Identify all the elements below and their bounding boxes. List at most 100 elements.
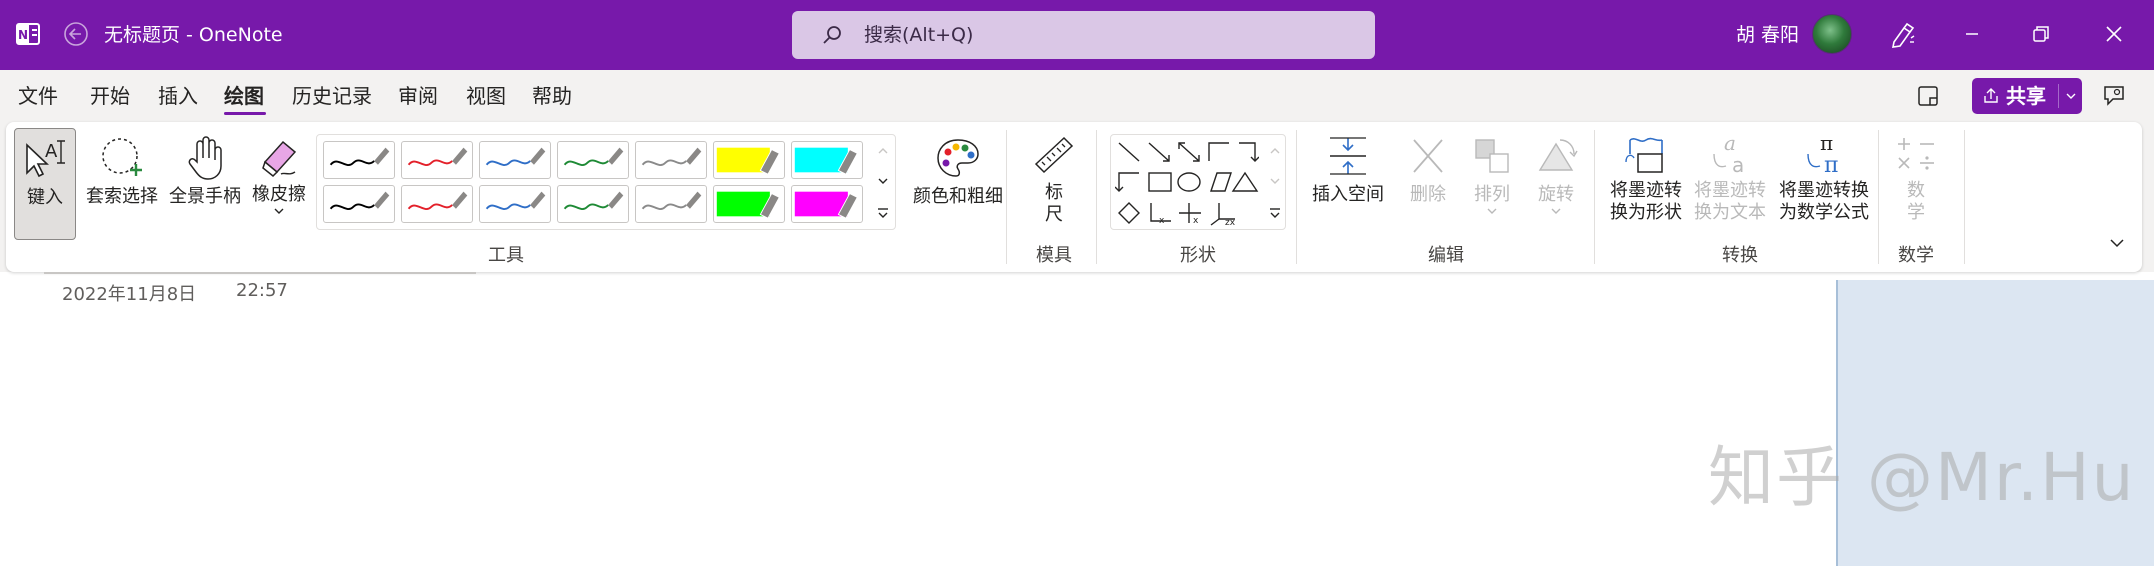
user-name[interactable]: 胡 春阳 <box>1736 20 1799 50</box>
insert-space-label: 插入空间 <box>1312 184 1384 205</box>
pen-swatch[interactable] <box>635 141 707 179</box>
gallery-more-icon[interactable] <box>1265 199 1285 229</box>
graph-3d-shape-icon[interactable]: zx <box>1210 203 1236 227</box>
group-separator <box>1096 130 1097 264</box>
highlighter-swatch[interactable] <box>713 185 785 223</box>
highlighter-swatch[interactable] <box>713 141 785 179</box>
pen-swatch[interactable] <box>635 185 707 223</box>
ink-to-text-label-1: 将墨迹转 <box>1694 180 1766 201</box>
eraser-label: 橡皮擦 <box>252 184 306 205</box>
gallery-more-icon[interactable] <box>873 199 893 229</box>
ink-to-text-button[interactable]: a a 将墨迹转 换为文本 <box>1690 128 1770 240</box>
triangle-shape-icon[interactable] <box>1231 171 1259 192</box>
lasso-label: 套索选择 <box>86 186 158 207</box>
math-group-label: 数学 <box>1898 245 1934 266</box>
parallelogram-shape-icon[interactable] <box>1210 172 1232 192</box>
chevron-down-icon <box>1487 208 1497 214</box>
math-button[interactable]: 数 学 <box>1886 128 1946 240</box>
rotate-label: 旋转 <box>1538 184 1574 205</box>
onenote-app-icon[interactable]: N <box>14 20 42 48</box>
rotate-button[interactable]: 旋转 <box>1528 128 1584 240</box>
type-button[interactable]: A 键入 <box>14 128 76 240</box>
line-shape-icon[interactable] <box>1118 142 1140 162</box>
math-symbols-icon <box>1898 138 1934 170</box>
tab-home[interactable]: 开始 <box>90 82 130 110</box>
ruler-button[interactable]: 标 尺 <box>1018 128 1090 240</box>
sticky-notes-icon[interactable] <box>1914 82 1942 110</box>
back-arrow-icon[interactable] <box>62 20 90 48</box>
type-cursor-icon: A <box>26 140 65 178</box>
ink-to-math-label-1: 将墨迹转换 <box>1779 180 1869 201</box>
insert-space-button[interactable]: 插入空间 <box>1306 128 1390 240</box>
gallery-up-icon[interactable] <box>1265 135 1285 165</box>
arrow-shape-icon[interactable] <box>1148 142 1170 162</box>
color-thickness-button[interactable]: 颜色和粗细 <box>902 128 1014 240</box>
graph-xy-shape-icon[interactable]: x <box>1150 203 1171 226</box>
page-title-line[interactable] <box>44 272 476 274</box>
page-time: 22:57 <box>236 280 288 301</box>
pen-swatch[interactable] <box>323 185 395 223</box>
pen-gallery <box>316 134 896 230</box>
close-icon[interactable] <box>2092 14 2136 54</box>
gallery-down-icon[interactable] <box>873 167 893 197</box>
pen-swatch[interactable] <box>323 141 395 179</box>
rectangle-shape-icon[interactable] <box>1148 172 1172 192</box>
active-tab-indicator <box>224 112 266 115</box>
tab-view[interactable]: 视图 <box>466 82 506 110</box>
lasso-select-button[interactable]: 套索选择 <box>82 128 162 240</box>
pen-swatch[interactable] <box>401 141 473 179</box>
pen-settings-icon[interactable] <box>1880 14 1924 54</box>
ink-to-shape-button[interactable]: 将墨迹转 换为形状 <box>1606 128 1686 240</box>
avatar[interactable] <box>1812 14 1852 54</box>
shapes-group-label: 形状 <box>1180 245 1216 266</box>
tab-history[interactable]: 历史记录 <box>292 82 372 110</box>
lasso-icon <box>102 138 142 176</box>
tab-help[interactable]: 帮助 <box>532 82 572 110</box>
search-box[interactable]: 搜索(Alt+Q) <box>792 11 1375 59</box>
diamond-shape-icon[interactable] <box>1118 202 1140 224</box>
chevron-down-icon[interactable] <box>2064 86 2078 106</box>
share-button[interactable]: 共享 <box>1972 78 2082 114</box>
svg-text:A: A <box>45 141 58 162</box>
elbow-arrow-shape-icon[interactable] <box>1239 142 1259 162</box>
restore-icon[interactable] <box>2018 14 2062 54</box>
minimize-icon[interactable] <box>1950 14 1994 54</box>
pen-swatch[interactable] <box>479 185 551 223</box>
eraser-button[interactable]: 橡皮擦 <box>246 128 312 240</box>
elbow-shape-icon[interactable] <box>1208 142 1229 161</box>
ellipse-shape-icon[interactable] <box>1177 172 1201 192</box>
ink-to-shape-icon <box>1625 137 1663 173</box>
collapse-ribbon-icon[interactable] <box>2104 232 2130 254</box>
pen-swatch[interactable] <box>557 141 629 179</box>
tab-insert[interactable]: 插入 <box>158 82 198 110</box>
tab-file[interactable]: 文件 <box>18 82 58 110</box>
pan-label: 全景手柄 <box>169 186 241 207</box>
double-arrow-shape-icon[interactable] <box>1178 142 1200 162</box>
convert-group-label: 转换 <box>1722 245 1758 266</box>
highlighter-swatch[interactable] <box>791 185 863 223</box>
title-bar: N 无标题页 - OneNote 搜索(Alt+Q) 胡 春阳 <box>0 0 2154 70</box>
arrange-button[interactable]: 排列 <box>1464 128 1520 240</box>
gallery-down-icon[interactable] <box>1265 167 1285 197</box>
svg-text:π: π <box>1824 153 1838 176</box>
tools-group-label: 工具 <box>488 245 524 266</box>
pen-swatch[interactable] <box>479 141 551 179</box>
svg-text:zx: zx <box>1225 218 1236 227</box>
tab-review[interactable]: 审阅 <box>398 82 438 110</box>
highlighter-swatch[interactable] <box>791 141 863 179</box>
page-list-panel[interactable] <box>1836 280 2154 566</box>
elbow-arrow-left-shape-icon[interactable] <box>1115 172 1139 192</box>
delete-x-icon <box>1413 139 1443 173</box>
ink-to-math-button[interactable]: π π 将墨迹转换 为数学公式 <box>1776 128 1872 240</box>
ruler-label-2: 尺 <box>1045 204 1063 225</box>
pen-swatch[interactable] <box>401 185 473 223</box>
pen-swatch[interactable] <box>557 185 629 223</box>
tab-draw[interactable]: 绘图 <box>224 82 264 110</box>
comments-icon[interactable] <box>2100 82 2128 110</box>
chevron-down-icon[interactable] <box>272 206 286 216</box>
svg-text:x: x <box>1193 216 1199 226</box>
gallery-up-icon[interactable] <box>873 135 893 165</box>
graph-4q-shape-icon[interactable]: x <box>1179 203 1201 226</box>
pan-button[interactable]: 全景手柄 <box>164 128 246 240</box>
delete-button[interactable]: 删除 <box>1400 128 1456 240</box>
